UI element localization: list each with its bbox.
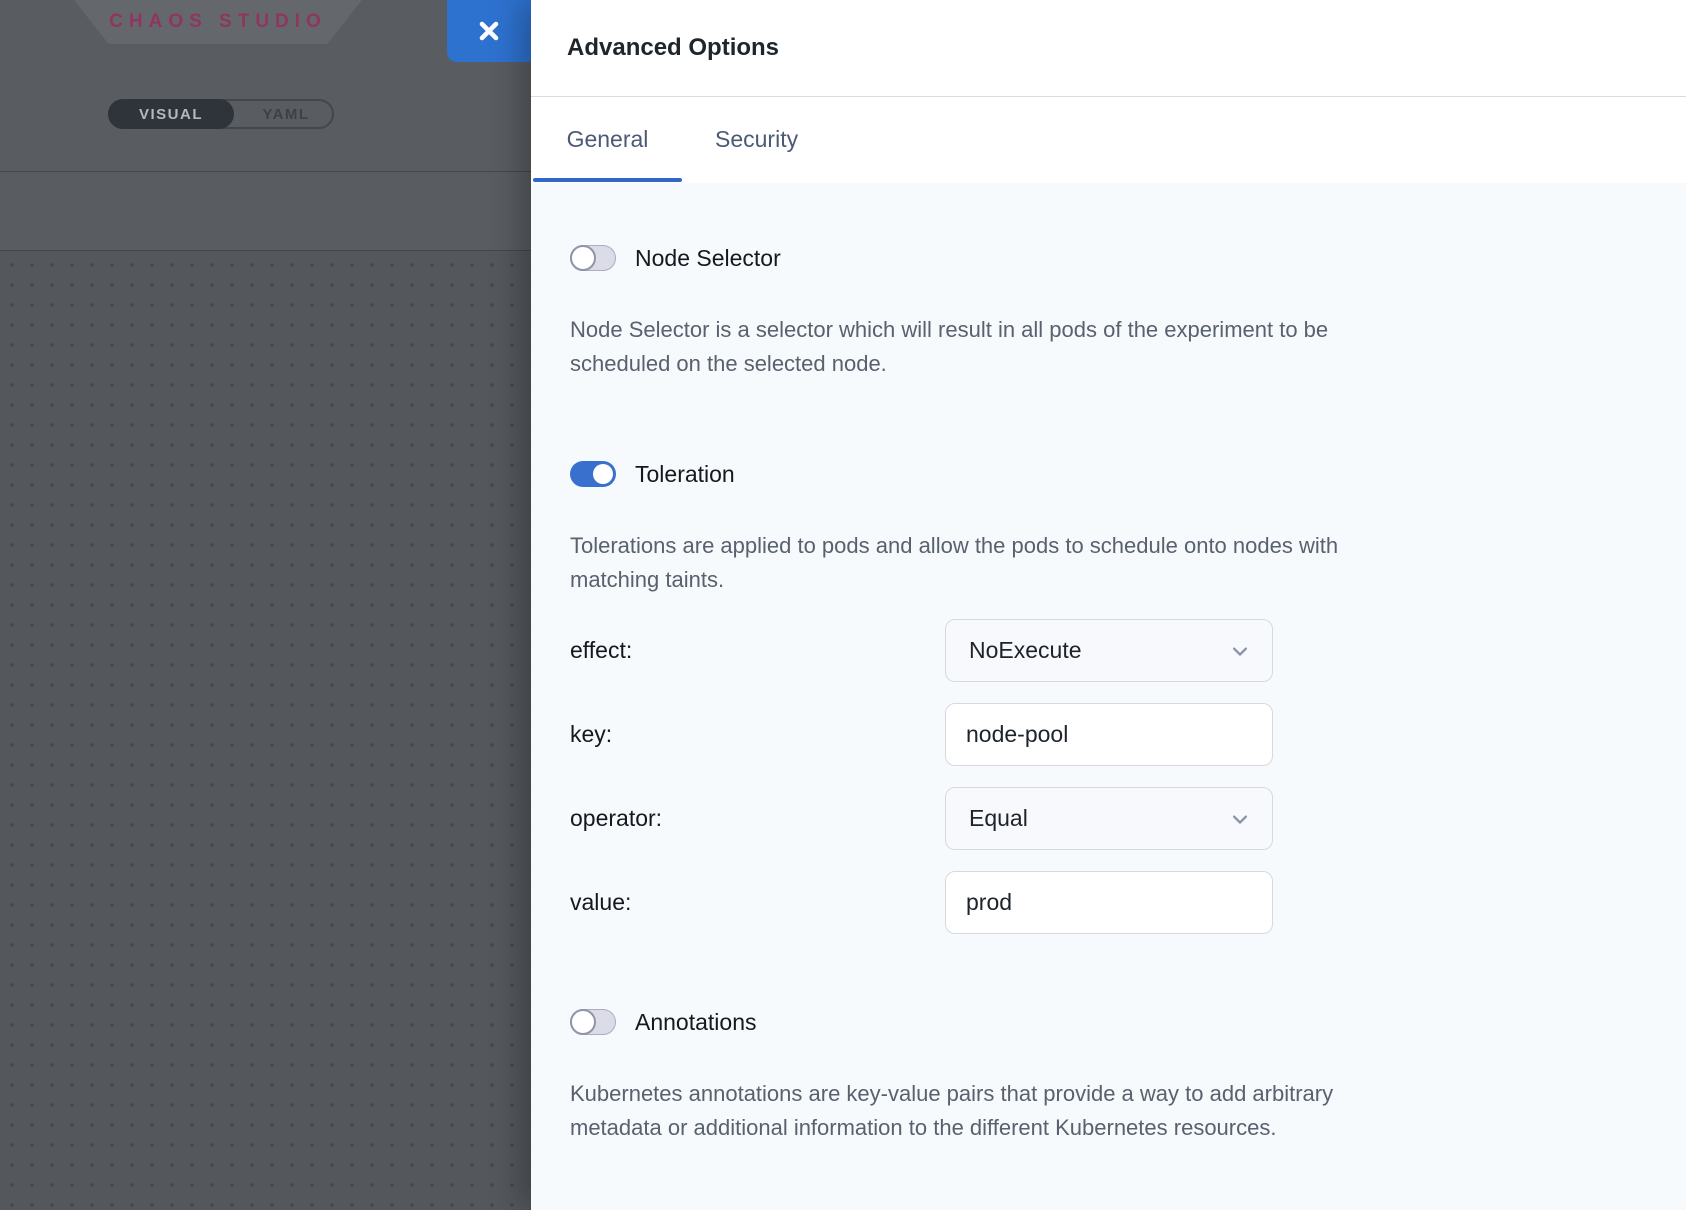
close-drawer-button[interactable] bbox=[447, 0, 531, 62]
operator-select-value: Equal bbox=[969, 805, 1226, 832]
operator-select[interactable]: Equal bbox=[945, 787, 1273, 850]
drawer-content: Node Selector Node Selector is a selecto… bbox=[531, 183, 1686, 1210]
view-mode-toggle: VISUAL YAML bbox=[108, 99, 334, 129]
node-selector-toggle[interactable] bbox=[570, 245, 616, 271]
toggle-knob bbox=[593, 464, 613, 484]
toleration-label: Toleration bbox=[635, 461, 735, 488]
toggle-knob bbox=[570, 245, 596, 271]
node-selector-label: Node Selector bbox=[635, 245, 781, 272]
tab-security-label: Security bbox=[715, 126, 798, 153]
effect-label: effect: bbox=[570, 637, 945, 664]
toleration-description: Tolerations are applied to pods and allo… bbox=[570, 529, 1686, 597]
drawer-header: Advanced Options bbox=[531, 0, 1686, 97]
annotations-label: Annotations bbox=[635, 1009, 756, 1036]
toggle-knob bbox=[570, 1009, 596, 1035]
annotations-row: Annotations bbox=[570, 1009, 1686, 1035]
effect-select[interactable]: NoExecute bbox=[945, 619, 1273, 682]
chaos-studio-screen: CHAOS STUDIO VISUAL YAML Advanced Option… bbox=[0, 0, 1686, 1210]
toleration-row: Toleration bbox=[570, 461, 1686, 487]
value-field-row: value: bbox=[570, 871, 1686, 934]
toleration-toggle[interactable] bbox=[570, 461, 616, 487]
key-label: key: bbox=[570, 721, 945, 748]
node-selector-description: Node Selector is a selector which will r… bbox=[570, 313, 1686, 381]
key-input[interactable] bbox=[945, 703, 1273, 766]
tab-security[interactable]: Security bbox=[713, 97, 800, 182]
value-label: value: bbox=[570, 889, 945, 916]
drawer-title: Advanced Options bbox=[567, 34, 779, 62]
header-divider bbox=[0, 171, 531, 172]
operator-field-row: operator: Equal bbox=[570, 787, 1686, 850]
studio-title: CHAOS STUDIO bbox=[109, 11, 327, 33]
tab-general[interactable]: General bbox=[533, 97, 682, 182]
annotations-toggle[interactable] bbox=[570, 1009, 616, 1035]
effect-select-value: NoExecute bbox=[969, 637, 1226, 664]
advanced-options-drawer: Advanced Options General Security Node S… bbox=[531, 0, 1686, 1210]
studio-banner: CHAOS STUDIO bbox=[74, 0, 362, 44]
yaml-tab[interactable]: YAML bbox=[234, 99, 338, 129]
annotations-description: Kubernetes annotations are key-value pai… bbox=[570, 1077, 1686, 1145]
key-field-row: key: bbox=[570, 703, 1686, 766]
value-input[interactable] bbox=[945, 871, 1273, 934]
experiment-canvas[interactable] bbox=[0, 251, 531, 1210]
chevron-down-icon bbox=[1226, 637, 1254, 665]
node-selector-row: Node Selector bbox=[570, 245, 1686, 271]
drawer-tabs: General Security bbox=[531, 97, 1686, 182]
chevron-down-icon bbox=[1226, 805, 1254, 833]
tab-general-label: General bbox=[567, 126, 649, 153]
operator-label: operator: bbox=[570, 805, 945, 832]
visual-tab[interactable]: VISUAL bbox=[108, 99, 234, 129]
close-icon bbox=[476, 18, 502, 44]
effect-field-row: effect: NoExecute bbox=[570, 619, 1686, 682]
toleration-form: effect: NoExecute key: operator: bbox=[570, 619, 1686, 934]
chaos-studio-editor: CHAOS STUDIO VISUAL YAML bbox=[0, 0, 531, 1210]
